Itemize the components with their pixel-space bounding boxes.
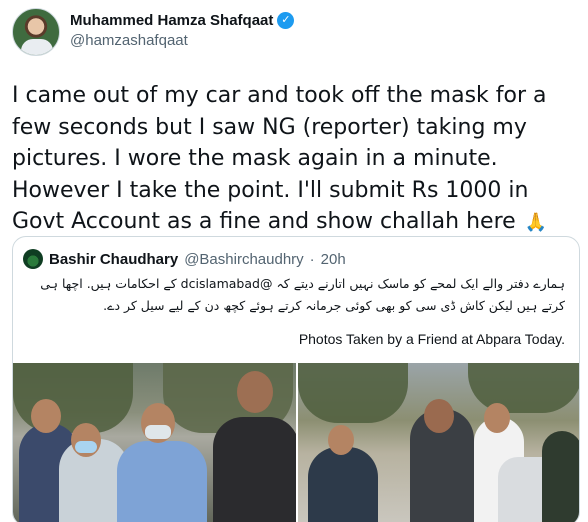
tweet-header: Muhammed Hamza Shafqaat ✓ @hamzashafqaat: [12, 8, 572, 64]
author-handle[interactable]: @hamzashafqaat: [70, 32, 294, 49]
quoted-photo-grid: [13, 363, 579, 522]
author-avatar[interactable]: [12, 8, 60, 56]
quoted-urdu-text: ہمارے دفتر والے ایک لمحے کو ماسک نہیں ات…: [40, 276, 565, 313]
photo-person-head: [484, 403, 510, 433]
photo-person-head: [424, 399, 454, 433]
photo-person-head: [328, 425, 354, 455]
tweet-body: I came out of my car and took off the ma…: [12, 83, 547, 234]
quoted-author-name[interactable]: Bashir Chaudhary: [49, 251, 178, 268]
display-name-row: Muhammed Hamza Shafqaat ✓: [70, 12, 295, 29]
photo-person-head: [31, 399, 61, 433]
photo-person: [542, 431, 579, 522]
face-mask: [145, 425, 171, 439]
photo-person: [117, 441, 207, 522]
photo-person: [213, 417, 296, 522]
quoted-tweet-time[interactable]: 20h: [321, 251, 346, 268]
quoted-author-avatar[interactable]: [23, 249, 43, 269]
avatar-figure: [21, 39, 53, 55]
face-mask: [75, 441, 97, 453]
tweet-text: I came out of my car and took off the ma…: [12, 80, 578, 239]
verified-badge-icon: ✓: [277, 12, 295, 29]
quoted-english-text: Photos Taken by a Friend at Abpara Today…: [298, 331, 565, 347]
photo-right[interactable]: [298, 363, 579, 522]
author-names: Muhammed Hamza Shafqaat ✓ @hamzashafqaat: [70, 12, 295, 49]
quoted-author-handle[interactable]: @Bashirchaudhry: [184, 251, 303, 268]
meta-separator: ·: [309, 250, 315, 268]
quoted-tweet-header: Bashir Chaudhary @Bashirchaudhry · 20h: [23, 249, 346, 269]
photo-person-head: [237, 371, 273, 413]
photo-background-trees: [468, 363, 579, 413]
photo-person: [308, 447, 378, 522]
photo-background-trees: [13, 363, 133, 433]
author-display-name[interactable]: Muhammed Hamza Shafqaat: [70, 12, 273, 29]
photo-left[interactable]: [13, 363, 296, 522]
photo-background-trees: [298, 363, 408, 423]
quoted-tweet[interactable]: Bashir Chaudhary @Bashirchaudhry · 20h ہ…: [12, 236, 580, 522]
folded-hands-icon: 🙏: [524, 212, 548, 233]
